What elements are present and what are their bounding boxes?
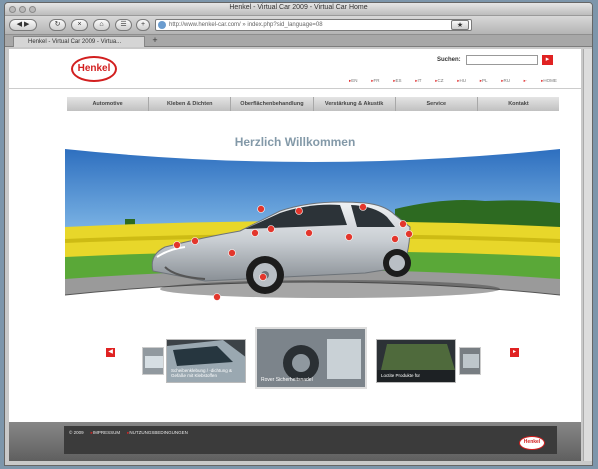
- forward-icon[interactable]: ▶: [24, 21, 29, 28]
- nav-verstaerkung-akustik[interactable]: Verstärkung & Akustik: [314, 97, 396, 111]
- address-text: http://www.henkel-car.com/ » index.php?s…: [169, 22, 323, 28]
- hotspot[interactable]: [259, 273, 267, 281]
- web-page: Henkel Suchen: ▸ EN FR ES IT CZ HU PL RU…: [9, 49, 581, 461]
- rss-button[interactable]: ★: [451, 20, 469, 30]
- vertical-scrollbar[interactable]: [583, 49, 592, 461]
- plus-icon: +: [140, 21, 146, 28]
- hotspot[interactable]: [295, 207, 303, 215]
- stop-icon: ×: [77, 21, 82, 28]
- virtual-car-panorama[interactable]: [65, 149, 560, 303]
- footer-copyright: © 2009: [69, 430, 84, 435]
- carousel-thumb-active[interactable]: Rover Sicherheitsnadel: [255, 327, 367, 389]
- home-icon: ⌂: [99, 21, 104, 28]
- carousel-caption: Scheibenklebung / -dichtung & Gefaße mit…: [171, 368, 233, 378]
- lang-link-en[interactable]: EN: [349, 78, 357, 84]
- tab-bar: Henkel - Virtual Car 2009 - Virtua... +: [5, 35, 592, 47]
- hotspot[interactable]: [191, 237, 199, 245]
- carousel-thumb-1[interactable]: Scheibenklebung / -dichtung & Gefaße mit…: [166, 339, 246, 383]
- footer-henkel-logo: Henkel: [519, 436, 545, 450]
- bookmarks-button[interactable]: ☰: [115, 19, 132, 31]
- site-icon: [158, 21, 166, 29]
- nav-kleben-dichten[interactable]: Kleben & Dichten: [149, 97, 232, 111]
- footer-links: © 2009 IMPRESSUM NUTZUNGSBEDINGUNGEN: [69, 430, 188, 436]
- page-footer: © 2009 IMPRESSUM NUTZUNGSBEDINGUNGEN Hen…: [9, 422, 581, 461]
- lang-link-it[interactable]: IT: [415, 78, 422, 84]
- hotspot[interactable]: [405, 230, 413, 238]
- nav-oberflaechenbehandlung[interactable]: Oberflächenbehandlung: [231, 97, 314, 111]
- nav-automotive[interactable]: Automotive: [67, 97, 150, 111]
- image-carousel: ◀ Scheibenklebung / -dichtung & Gefaße m…: [9, 319, 581, 389]
- back-icon[interactable]: ◀: [17, 21, 22, 28]
- browser-toolbar: ◀ ▶ ↻ × ⌂ ☰ + http://www.henkel-car.com/…: [5, 16, 592, 35]
- home-button[interactable]: ⌂: [93, 19, 110, 31]
- lang-link-hu[interactable]: HU: [457, 78, 466, 84]
- rss-icon: ★: [456, 22, 464, 29]
- browser-window: Henkel - Virtual Car 2009 - Virtual Car …: [4, 2, 593, 466]
- tab-henkel[interactable]: Henkel - Virtual Car 2009 - Virtua...: [13, 36, 145, 47]
- hotspot[interactable]: [267, 225, 275, 233]
- footer-link-impressum[interactable]: IMPRESSUM: [91, 430, 120, 436]
- search-submit-button[interactable]: ▸: [542, 55, 553, 65]
- search-input[interactable]: [466, 55, 538, 65]
- nav-kontakt[interactable]: Kontakt: [478, 97, 559, 111]
- lang-link-fr[interactable]: FR: [371, 78, 380, 84]
- title-bar: Henkel - Virtual Car 2009 - Virtual Car …: [5, 3, 592, 16]
- hotspot[interactable]: [228, 249, 236, 257]
- carousel-thumb-3[interactable]: Loctite Produkte für: [376, 339, 456, 383]
- hotspot[interactable]: [359, 203, 367, 211]
- hotspot[interactable]: [391, 235, 399, 243]
- lang-separator: ·: [524, 78, 528, 84]
- hotspot[interactable]: [213, 293, 221, 301]
- reload-icon: ↻: [54, 21, 61, 28]
- home-link[interactable]: HOME: [541, 78, 557, 84]
- carousel-thumb-far-left[interactable]: [142, 347, 164, 375]
- welcome-heading: Herzlich Willkommen: [234, 135, 356, 149]
- hotspot[interactable]: [305, 229, 313, 237]
- lang-link-ru[interactable]: RU: [501, 78, 510, 84]
- carousel-caption: Rover Sicherheitsnadel: [261, 377, 313, 383]
- address-bar[interactable]: http://www.henkel-car.com/ » index.php?s…: [155, 19, 472, 31]
- tab-label: Henkel - Virtual Car 2009 - Virtua...: [28, 39, 122, 45]
- carousel-prev-button[interactable]: ◀: [106, 348, 115, 357]
- nav-service[interactable]: Service: [396, 97, 478, 111]
- lang-link-cz[interactable]: CZ: [435, 78, 443, 84]
- back-forward-buttons[interactable]: ◀ ▶: [9, 19, 37, 31]
- stop-button[interactable]: ×: [71, 19, 88, 31]
- reload-button[interactable]: ↻: [49, 19, 66, 31]
- henkel-logo[interactable]: Henkel: [71, 56, 117, 82]
- hotspot[interactable]: [399, 220, 407, 228]
- main-nav: Automotive Kleben & Dichten Oberflächenb…: [67, 97, 559, 111]
- bookmark-icon: ☰: [120, 21, 127, 28]
- hotspot[interactable]: [345, 233, 353, 241]
- lang-link-pl[interactable]: PL: [480, 78, 488, 84]
- hotspot[interactable]: [173, 241, 181, 249]
- header-divider: [9, 88, 581, 89]
- hotspot[interactable]: [257, 205, 265, 213]
- window-title: Henkel - Virtual Car 2009 - Virtual Car …: [229, 4, 368, 11]
- footer-link-terms[interactable]: NUTZUNGSBEDINGUNGEN: [127, 430, 188, 436]
- search-label: Suchen:: [437, 57, 461, 63]
- carousel-thumb-far-right[interactable]: [459, 347, 481, 375]
- language-links: EN FR ES IT CZ HU PL RU · HOME: [349, 78, 557, 84]
- lang-link-es[interactable]: ES: [393, 78, 402, 84]
- add-bookmark-button[interactable]: +: [136, 19, 150, 31]
- carousel-next-button[interactable]: ▸: [510, 348, 519, 357]
- carousel-caption: Loctite Produkte für: [381, 373, 421, 378]
- hotspot[interactable]: [251, 229, 259, 237]
- footer-bar: © 2009 IMPRESSUM NUTZUNGSBEDINGUNGEN Hen…: [64, 426, 557, 454]
- new-tab-button[interactable]: +: [148, 36, 162, 46]
